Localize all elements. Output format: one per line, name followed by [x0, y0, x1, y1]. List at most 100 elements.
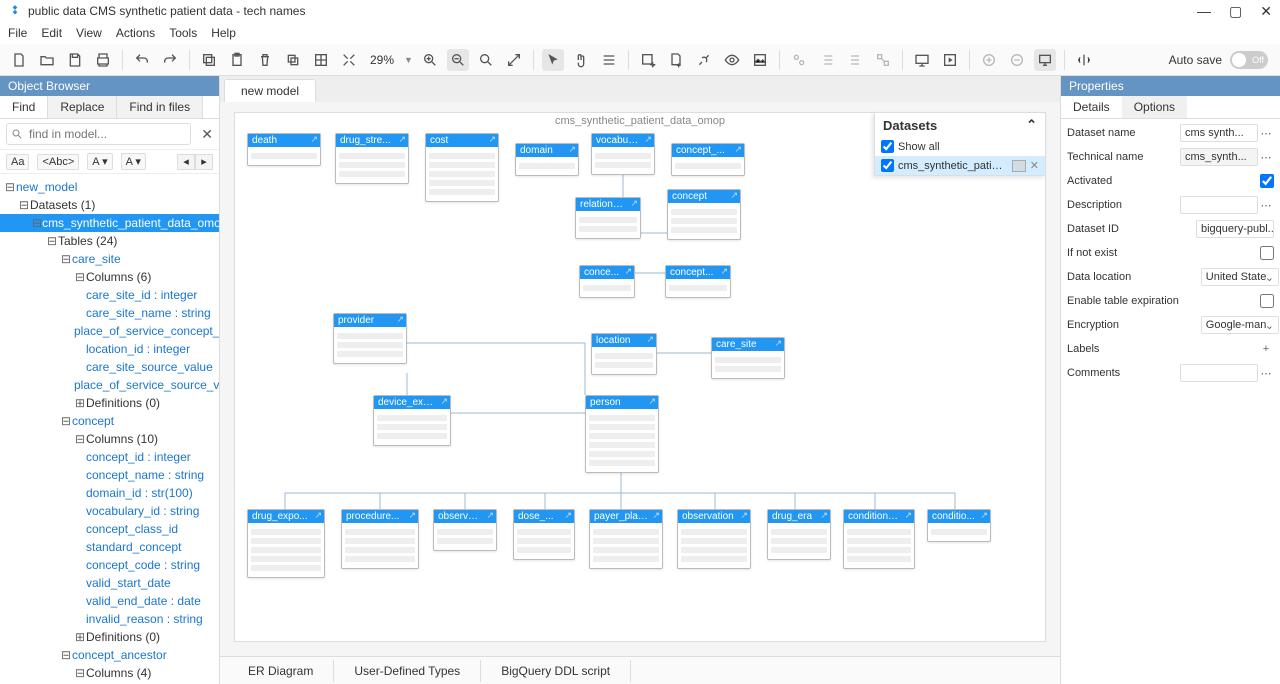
tree-node[interactable]: ⊟Tables (24)	[0, 232, 219, 250]
menu-view[interactable]: View	[76, 26, 102, 40]
tree-node[interactable]: ⊟new_model	[0, 178, 219, 196]
tree-node[interactable]: care_site_name : string	[0, 304, 219, 322]
dataset-checkbox[interactable]	[881, 159, 894, 172]
menu-edit[interactable]: Edit	[41, 26, 62, 40]
entity-location[interactable]: location	[591, 333, 657, 375]
tree-node[interactable]: invalid_reason : string	[0, 610, 219, 628]
tree-icon[interactable]	[872, 49, 894, 71]
print-icon[interactable]	[92, 49, 114, 71]
more-icon[interactable]: ⋯	[1258, 199, 1274, 212]
image-icon[interactable]	[749, 49, 771, 71]
tree-node[interactable]: care_site_source_value	[0, 358, 219, 376]
prop-value[interactable]: cms_synth...	[1180, 148, 1258, 166]
entity-conditio[interactable]: conditio...	[927, 509, 991, 542]
prop-checkbox[interactable]	[1260, 174, 1274, 188]
filter-case[interactable]: Aa	[6, 154, 29, 170]
prop-value[interactable]: Google-man	[1201, 316, 1279, 334]
menu-help[interactable]: Help	[211, 26, 236, 40]
plus-circle-icon[interactable]	[978, 49, 1000, 71]
monitor-icon[interactable]	[1034, 49, 1056, 71]
zoom-fit-icon[interactable]	[475, 49, 497, 71]
prop-value[interactable]: United State	[1201, 268, 1279, 286]
group-icon[interactable]	[788, 49, 810, 71]
play-icon[interactable]	[939, 49, 961, 71]
model-tree[interactable]: ⊟new_model⊟Datasets (1)⊟cms_synthetic_pa…	[0, 174, 219, 684]
entity-drug_era[interactable]: drug_era	[767, 509, 831, 560]
open-icon[interactable]	[36, 49, 58, 71]
entity-observati[interactable]: observati...	[433, 509, 497, 551]
tree-node[interactable]: concept_id : integer	[0, 448, 219, 466]
tree-node[interactable]: location_id : integer	[0, 340, 219, 358]
tab-options[interactable]: Options	[1122, 96, 1187, 118]
paste-icon[interactable]	[226, 49, 248, 71]
entity-concept[interactable]: concept...	[665, 265, 731, 298]
zoom-value[interactable]: 29%	[370, 53, 394, 67]
undo-icon[interactable]	[131, 49, 153, 71]
tree-node[interactable]: place_of_service_source_value	[0, 376, 219, 394]
menu-actions[interactable]: Actions	[116, 26, 155, 40]
entity-device_exp[interactable]: device_exp...	[373, 395, 451, 446]
view-icon[interactable]	[721, 49, 743, 71]
delete-icon[interactable]	[254, 49, 276, 71]
expand-icon[interactable]	[338, 49, 360, 71]
grid-icon[interactable]	[310, 49, 332, 71]
tab-replace[interactable]: Replace	[48, 96, 117, 118]
tree-node[interactable]: place_of_service_concept_id	[0, 322, 219, 340]
dataset-label[interactable]: cms_synthetic_patient...	[898, 160, 1008, 172]
entity-relations[interactable]: relations...	[575, 197, 641, 239]
cursor-icon[interactable]	[542, 49, 564, 71]
minus-circle-icon[interactable]	[1006, 49, 1028, 71]
tree-node[interactable]: concept_class_id	[0, 520, 219, 538]
add-icon[interactable]: +	[1258, 343, 1274, 355]
tree-node[interactable]: ⊟Datasets (1)	[0, 196, 219, 214]
zoom-out-icon[interactable]	[447, 49, 469, 71]
redo-icon[interactable]	[159, 49, 181, 71]
entity-death[interactable]: death	[247, 133, 321, 166]
maximize-button[interactable]: ▢	[1229, 3, 1242, 20]
entity-drug_stre[interactable]: drug_stre...	[335, 133, 409, 184]
entity-dose_[interactable]: dose_...	[513, 509, 575, 560]
tree-node[interactable]: ⊟Columns (10)	[0, 430, 219, 448]
tree-node[interactable]: ⊟Columns (4)	[0, 664, 219, 682]
entity-concept_[interactable]: concept_...	[671, 143, 745, 176]
tree-node[interactable]: ⊟care_site	[0, 250, 219, 268]
prop-value[interactable]: bigquery-publ...	[1196, 220, 1274, 238]
tree-node[interactable]: ⊞Definitions (0)	[0, 394, 219, 412]
show-all-checkbox[interactable]	[881, 140, 894, 153]
tree-node[interactable]: valid_end_date : date	[0, 592, 219, 610]
hand-icon[interactable]	[570, 49, 592, 71]
entity-cost[interactable]: cost	[425, 133, 499, 202]
tree-node[interactable]: ⊟Columns (6)	[0, 268, 219, 286]
save-icon[interactable]	[64, 49, 86, 71]
prop-value[interactable]	[1180, 196, 1258, 214]
entity-procedure[interactable]: procedure...	[341, 509, 419, 569]
tree-node[interactable]: domain_id : str(100)	[0, 484, 219, 502]
tree-node[interactable]: vocabulary_id : string	[0, 502, 219, 520]
menu-tools[interactable]: Tools	[169, 26, 197, 40]
duplicate-icon[interactable]	[282, 49, 304, 71]
entity-domain[interactable]: domain	[515, 143, 579, 176]
model-tab[interactable]: new model	[224, 79, 316, 102]
prop-value[interactable]: cms synth...	[1180, 124, 1258, 142]
entity-person[interactable]: person	[585, 395, 659, 473]
er-canvas[interactable]: cms_synthetic_patient_data_omop deathdru…	[234, 112, 1046, 642]
tree-node[interactable]: ⊟concept_ancestor	[0, 646, 219, 664]
tab-ddl[interactable]: BigQuery DDL script	[481, 660, 631, 682]
prop-value[interactable]	[1180, 364, 1258, 382]
relation-icon[interactable]	[693, 49, 715, 71]
menu-file[interactable]: File	[8, 26, 27, 40]
filter-a2[interactable]: A ▾	[121, 153, 146, 170]
filter-word[interactable]: <Abc>	[37, 154, 79, 170]
list-icon[interactable]	[816, 49, 838, 71]
more-icon[interactable]: ⋯	[1258, 127, 1274, 140]
entity-drug_expo[interactable]: drug_expo...	[247, 509, 325, 578]
more-icon[interactable]: ⋯	[1258, 367, 1274, 380]
tree-node[interactable]: care_site_id : integer	[0, 286, 219, 304]
filter-a1[interactable]: A ▾	[87, 153, 112, 170]
nav-next-icon[interactable]: ▸	[195, 154, 213, 170]
entity-conce[interactable]: conce...	[579, 265, 635, 298]
list2-icon[interactable]	[844, 49, 866, 71]
entity-concept[interactable]: concept	[667, 189, 741, 240]
split-icon[interactable]	[1073, 49, 1095, 71]
tab-find-in-files[interactable]: Find in files	[117, 96, 203, 118]
